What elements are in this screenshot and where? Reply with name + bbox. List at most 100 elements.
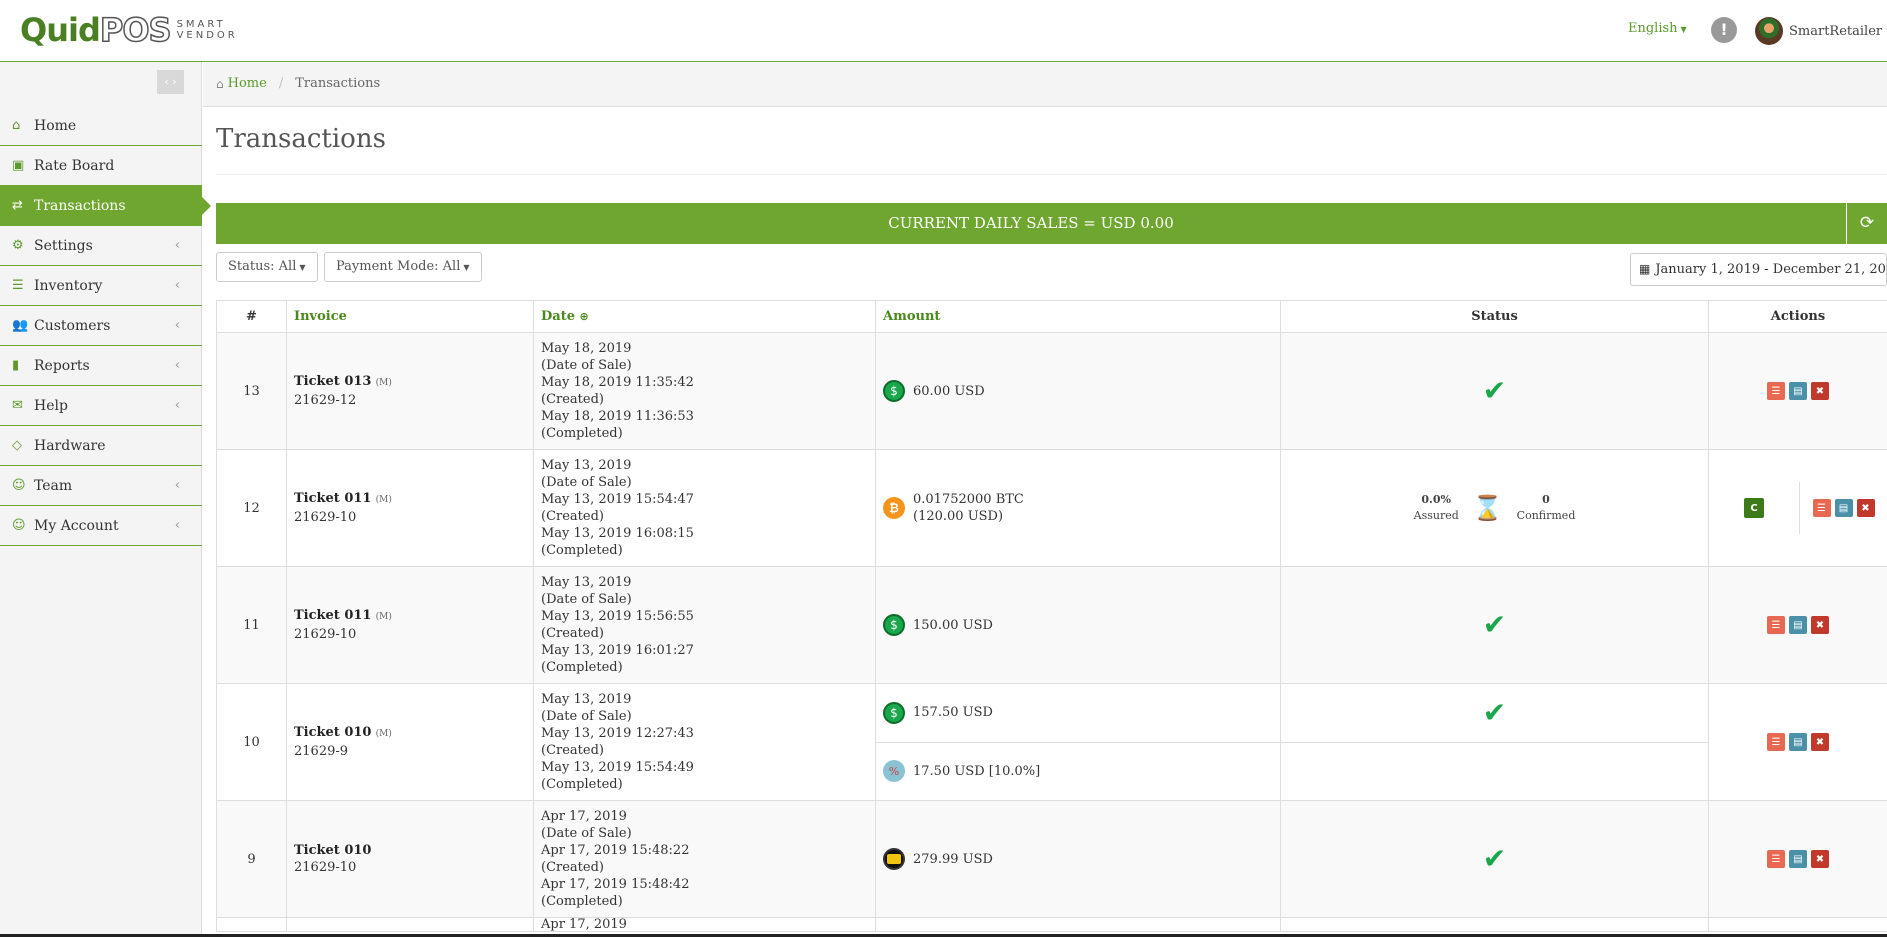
status-cell: ✔ [1280, 684, 1708, 800]
row-number: 12 [216, 450, 286, 566]
sidebar-item-inventory[interactable]: ☰ Inventory ‹ [0, 266, 202, 306]
receipt-button[interactable]: ▤ [1789, 733, 1807, 751]
sidebar-item-transactions[interactable]: ⇄ Transactions [0, 186, 211, 226]
sidebar-item-settings[interactable]: ⚙ Settings ‹ [0, 226, 202, 266]
sidebar-item-team[interactable]: ☺ Team ‹ [0, 466, 202, 506]
manual-marker: (M) [375, 495, 392, 505]
status-filter-label: Status: All [228, 259, 297, 274]
invoice-cell[interactable]: Ticket 010 (M) 21629-9 [286, 684, 533, 800]
details-button[interactable]: ☰ [1767, 382, 1785, 400]
sidebar-item-home[interactable]: ⌂ Home [0, 106, 202, 146]
caret-down-icon: ▼ [463, 263, 470, 272]
ticket-name: Ticket 010 [294, 725, 372, 740]
actions-cell: ☰ ▤ ✖ [1708, 684, 1887, 800]
date-range-picker[interactable]: ▦January 1, 2019 - December 21, 2019▼ [1630, 253, 1887, 286]
app-logo[interactable]: QuidPOS SMART VENDOR [20, 11, 238, 49]
sidebar-item-my-account[interactable]: ☺ My Account ‹ [0, 506, 202, 546]
date-line: (Date of Sale) [541, 475, 632, 490]
caret-down-icon: ▼ [299, 263, 306, 272]
receipt-button[interactable]: ▤ [1789, 382, 1807, 400]
daily-sales-banner: CURRENT DAILY SALES = USD 0.00 [216, 203, 1846, 244]
ticket-name: Ticket 010 [294, 843, 372, 858]
date-line: Apr 17, 2019 [541, 918, 627, 932]
user-menu[interactable]: SmartRetailer ▼ [1755, 17, 1887, 45]
recheck-button[interactable]: C [1744, 498, 1764, 518]
chevron-left-icon: ‹ [174, 478, 180, 493]
details-button[interactable]: ☰ [1767, 616, 1785, 634]
amount-value: 279.99 USD [913, 851, 993, 867]
refresh-button[interactable]: ⟳ [1846, 203, 1887, 244]
column-header-date[interactable]: Date ⊕ [533, 301, 875, 332]
payment-mode-filter-dropdown[interactable]: Payment Mode: All ▼ [324, 252, 482, 282]
credit-card-icon [883, 848, 905, 870]
invoice-cell[interactable]: Ticket 011 (M) 21629-10 [286, 567, 533, 683]
language-dropdown[interactable]: English ▼ [1628, 21, 1687, 36]
receipt-button[interactable]: ▤ [1834, 499, 1853, 517]
date-line: May 13, 2019 15:54:49 [541, 760, 694, 775]
date-line: (Completed) [541, 894, 623, 909]
ticket-name: Ticket 011 [294, 491, 372, 506]
user-icon: ☺ [12, 518, 26, 533]
delete-button[interactable]: ✖ [1856, 499, 1875, 517]
sidebar-item-hardware[interactable]: ◇ Hardware [0, 426, 202, 466]
sidebar-item-label: Customers [34, 317, 111, 334]
date-cell: May 18, 2019 (Date of Sale) May 18, 2019… [533, 333, 875, 449]
sidebar-collapse-button[interactable]: ‹ › [157, 70, 184, 94]
column-header-invoice[interactable]: Invoice [286, 301, 533, 332]
actions-cell: C ☰ ▤ ✖ [1708, 450, 1887, 566]
delete-button[interactable]: ✖ [1811, 733, 1829, 751]
date-line: May 13, 2019 12:27:43 [541, 726, 694, 741]
receipt-button[interactable]: ▤ [1789, 616, 1807, 634]
sidebar-item-label: My Account [34, 517, 119, 534]
sidebar-item-customers[interactable]: 👥 Customers ‹ [0, 306, 202, 346]
row-number: 10 [216, 684, 286, 800]
invoice-cell[interactable]: Ticket 013 (M) 21629-12 [286, 333, 533, 449]
date-range-label: January 1, 2019 - December 21, 2019 [1655, 262, 1887, 277]
details-button[interactable]: ☰ [1767, 850, 1785, 868]
amount-cell: ₿ 0.01752000 BTC (120.00 USD) [875, 450, 1280, 566]
delete-button[interactable]: ✖ [1811, 850, 1829, 868]
actions-cell: ☰ ▤ ✖ [1708, 333, 1887, 449]
gear-icon: ⚙ [12, 238, 24, 253]
column-header-status: Status [1280, 301, 1708, 332]
amount-value: 157.50 USD [913, 705, 993, 721]
invoice-cell[interactable]: Ticket 010 21629-10 [286, 801, 533, 917]
logo-wordmark: QuidPOS [20, 11, 172, 49]
date-line: (Completed) [541, 426, 623, 441]
avatar [1755, 17, 1783, 45]
status-filter-dropdown[interactable]: Status: All ▼ [216, 252, 318, 282]
delete-button[interactable]: ✖ [1811, 616, 1829, 634]
delete-button[interactable]: ✖ [1811, 382, 1829, 400]
table-row: 13 Ticket 013 (M) 21629-12 May 18, 2019 … [216, 333, 1887, 450]
date-line: May 13, 2019 15:56:55 [541, 609, 694, 624]
check-icon: ✔ [1482, 695, 1507, 729]
cash-icon: $ [883, 701, 905, 724]
transactions-table: # Invoice Date ⊕ Amount Status Actions 1… [216, 300, 1887, 932]
manual-marker: (M) [375, 378, 392, 388]
breadcrumb-current: Transactions [295, 76, 381, 91]
amount-cell: $60.00 USD [875, 333, 1280, 449]
table-row: 12 Ticket 011 (M) 21629-10 May 13, 2019 … [216, 450, 1887, 567]
sidebar: ‹ › ⌂ Home ▣ Rate Board ⇄ Transactions ⚙ Set… [0, 62, 211, 937]
user-icon: ☺ [12, 478, 26, 493]
breadcrumb-home-link[interactable]: Home [228, 76, 267, 91]
sidebar-item-label: Settings [34, 237, 93, 254]
sidebar-item-rate-board[interactable]: ▣ Rate Board [0, 146, 202, 186]
chevron-left-icon: ‹ [174, 518, 180, 533]
date-line: (Created) [541, 626, 604, 641]
column-header-amount[interactable]: Amount [875, 301, 1280, 332]
sidebar-item-reports[interactable]: ▮ Reports ‹ [0, 346, 202, 386]
sidebar-item-help[interactable]: ✉ Help ‹ [0, 386, 202, 426]
details-button[interactable]: ☰ [1767, 733, 1785, 751]
table-row: 9 Ticket 010 21629-10 Apr 17, 2019 (Date… [216, 801, 1887, 918]
invoice-cell[interactable]: Ticket 011 (M) 21629-10 [286, 450, 533, 566]
list-icon: ☰ [12, 278, 24, 293]
date-line: (Date of Sale) [541, 358, 632, 373]
notification-icon[interactable]: ! [1711, 17, 1737, 43]
money-icon: ▣ [12, 158, 25, 173]
details-button[interactable]: ☰ [1812, 499, 1831, 517]
receipt-button[interactable]: ▤ [1789, 850, 1807, 868]
cash-icon: $ [883, 614, 905, 636]
table-header-row: # Invoice Date ⊕ Amount Status Actions [216, 301, 1887, 333]
ticket-name: Ticket 013 [294, 374, 372, 389]
